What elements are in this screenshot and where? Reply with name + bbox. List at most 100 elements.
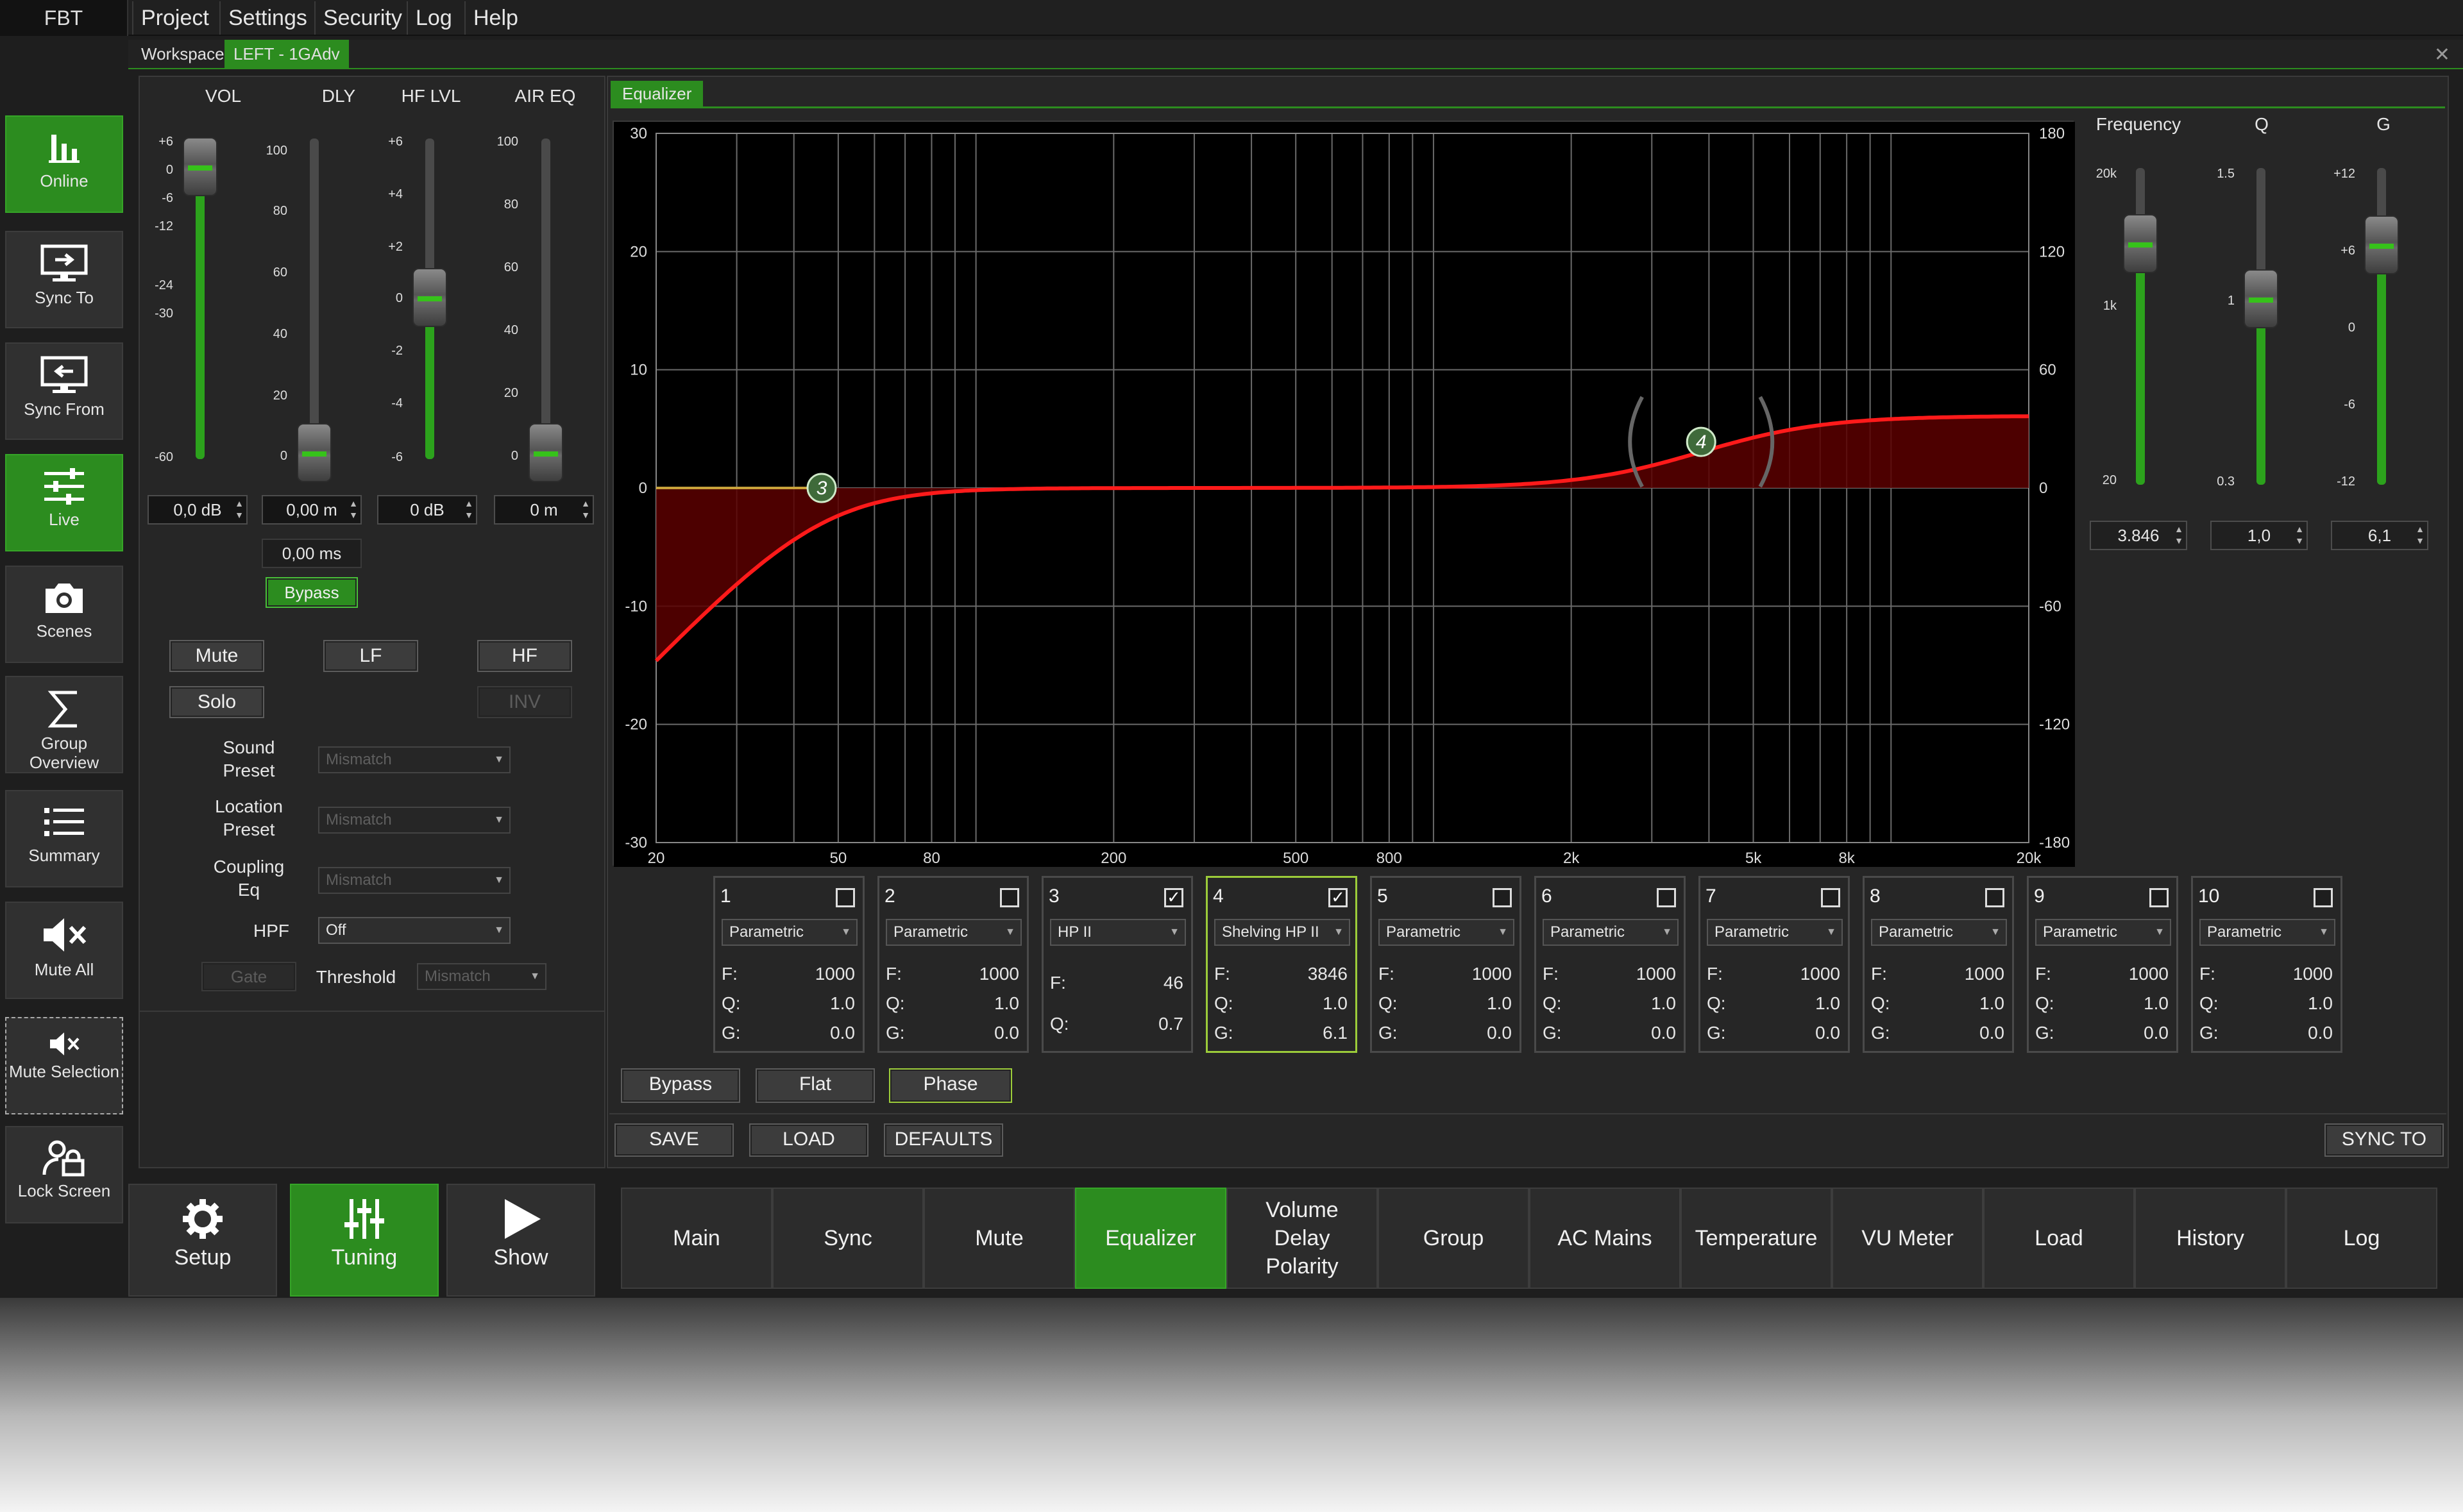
g-value-field[interactable]: 6,1 ▲ ▼ <box>2331 521 2428 550</box>
tab-group[interactable]: Group <box>1378 1188 1529 1289</box>
coupling-eq-select[interactable]: Mismatch ▼ <box>318 867 511 894</box>
load-button[interactable]: LOAD <box>749 1123 868 1157</box>
nav-sync-to-button[interactable]: Sync To <box>5 231 123 328</box>
tab-vu-meter[interactable]: VU Meter <box>1832 1188 1983 1289</box>
solo-button[interactable]: Solo <box>169 686 264 718</box>
band-enable-checkbox[interactable]: ✓ <box>1164 888 1183 907</box>
band-g-value[interactable]: 0.0 <box>1815 1023 1840 1043</box>
hf-value-field[interactable]: 0 dB ▲ ▼ <box>377 495 477 525</box>
band-f-value[interactable]: 3846 <box>1308 964 1348 984</box>
tab-load[interactable]: Load <box>1983 1188 2135 1289</box>
tab-mute[interactable]: Mute <box>924 1188 1075 1289</box>
band-g-value[interactable]: 0.0 <box>1979 1023 2004 1043</box>
sound-preset-select[interactable]: Mismatch ▼ <box>318 746 511 773</box>
spin-arrows-icon[interactable]: ▲ ▼ <box>464 498 473 521</box>
air-fader-track[interactable] <box>541 139 550 459</box>
nav-group-overview-button[interactable]: Group Overview <box>5 676 123 773</box>
g-slider-knob[interactable] <box>2364 215 2399 274</box>
band-enable-checkbox[interactable] <box>1000 888 1019 907</box>
band-type-select[interactable]: Parametric ▼ <box>886 919 1022 946</box>
band-type-select[interactable]: Parametric ▼ <box>1871 919 2007 946</box>
eq-band-card-2[interactable]: 2 Parametric ▼ F: 1000 Q: 1.0 G: 0.0 <box>877 876 1029 1053</box>
band-q-value[interactable]: 1.0 <box>2144 993 2169 1014</box>
eq-bypass-button[interactable]: Bypass <box>621 1068 740 1103</box>
q-slider-knob[interactable] <box>2244 269 2278 328</box>
band-f-value[interactable]: 1000 <box>2293 964 2333 984</box>
eq-band-card-3[interactable]: 3 ✓ HP II ▼ F: 46 Q: 0.7 <box>1042 876 1193 1053</box>
tab-volume-delay-polarity[interactable]: Volume Delay Polarity <box>1226 1188 1378 1289</box>
band-q-value[interactable]: 0.7 <box>1158 1014 1183 1034</box>
defaults-button[interactable]: DEFAULTS <box>884 1123 1003 1157</box>
setup-mode-button[interactable]: Setup <box>128 1184 277 1297</box>
band-type-select[interactable]: Parametric ▼ <box>722 919 858 946</box>
band-type-select[interactable]: Shelving HP II ▼ <box>1214 919 1350 946</box>
location-preset-select[interactable]: Mismatch ▼ <box>318 807 511 834</box>
menu-security[interactable]: Security <box>314 1 410 35</box>
eq-graph-svg[interactable]: 30 20 10 0 -10 -20 -30 180 120 60 0 -60 -120 -180 20 50… <box>614 122 2075 867</box>
frequency-value-field[interactable]: 3.846 ▲ ▼ <box>2090 521 2187 550</box>
band-enable-checkbox[interactable] <box>1657 888 1676 907</box>
spin-arrows-icon[interactable]: ▲ ▼ <box>2295 523 2304 546</box>
close-icon[interactable]: ✕ <box>2434 44 2450 66</box>
band-type-select[interactable]: HP II ▼ <box>1050 919 1186 946</box>
nav-scenes-button[interactable]: Scenes <box>5 566 123 663</box>
eq-band-card-1[interactable]: 1 Parametric ▼ F: 1000 Q: 1.0 G: 0.0 <box>713 876 865 1053</box>
gate-button[interactable]: Gate <box>201 962 296 991</box>
hf-fader-knob[interactable] <box>412 268 447 327</box>
band-f-value[interactable]: 1000 <box>1636 964 1676 984</box>
band-type-select[interactable]: Parametric ▼ <box>2035 919 2171 946</box>
dly-fader-track[interactable] <box>310 139 319 459</box>
band-q-value[interactable]: 1.0 <box>1815 993 1840 1014</box>
nav-online-button[interactable]: Online <box>5 115 123 213</box>
band-enable-checkbox[interactable] <box>836 888 855 907</box>
band-q-value[interactable]: 1.0 <box>2308 993 2333 1014</box>
band-enable-checkbox[interactable] <box>2314 888 2333 907</box>
hpf-select[interactable]: Off ▼ <box>318 917 511 944</box>
eq-band-card-8[interactable]: 8 Parametric ▼ F: 1000 Q: 1.0 G: 0.0 <box>1863 876 2014 1053</box>
vol-value-field[interactable]: 0,0 dB ▲ ▼ <box>148 495 248 525</box>
air-value-field[interactable]: 0 m ▲ ▼ <box>494 495 594 525</box>
band-g-value[interactable]: 0.0 <box>2144 1023 2169 1043</box>
spin-arrows-icon[interactable]: ▲ ▼ <box>2416 523 2425 546</box>
tab-equalizer[interactable]: Equalizer <box>1075 1188 1226 1289</box>
band-enable-checkbox[interactable] <box>1821 888 1840 907</box>
tab-device-left[interactable]: LEFT - 1GAdv <box>224 40 349 68</box>
eq-band-card-4[interactable]: 4 ✓ Shelving HP II ▼ F: 3846 Q: 1.0 G: 6.1 <box>1206 876 1357 1053</box>
band-g-value[interactable]: 0.0 <box>994 1023 1019 1043</box>
vol-fader-knob[interactable] <box>183 137 217 196</box>
menu-log[interactable]: Log <box>407 1 460 35</box>
band-q-value[interactable]: 1.0 <box>994 993 1019 1014</box>
band-enable-checkbox[interactable] <box>2149 888 2169 907</box>
band-q-value[interactable]: 1.0 <box>1979 993 2004 1014</box>
menu-help[interactable]: Help <box>464 1 526 35</box>
mute-button[interactable]: Mute <box>169 640 264 672</box>
tuning-mode-button[interactable]: Tuning <box>290 1184 439 1297</box>
band-g-value[interactable]: 0.0 <box>2308 1023 2333 1043</box>
tab-log[interactable]: Log <box>2286 1188 2437 1289</box>
nav-live-button[interactable]: Live <box>5 454 123 551</box>
band-f-value[interactable]: 1000 <box>979 964 1019 984</box>
tab-sync[interactable]: Sync <box>772 1188 924 1289</box>
air-fader-knob[interactable] <box>529 423 563 482</box>
tab-main[interactable]: Main <box>621 1188 772 1289</box>
eq-phase-button[interactable]: Phase <box>889 1068 1012 1103</box>
lf-button[interactable]: LF <box>323 640 418 672</box>
band-g-value[interactable]: 0.0 <box>1651 1023 1676 1043</box>
band-g-value[interactable]: 6.1 <box>1323 1023 1348 1043</box>
spin-arrows-icon[interactable]: ▲ ▼ <box>2174 523 2183 546</box>
q-value-field[interactable]: 1,0 ▲ ▼ <box>2210 521 2308 550</box>
threshold-select[interactable]: Mismatch ▼ <box>417 963 546 990</box>
band-q-value[interactable]: 1.0 <box>1323 993 1348 1014</box>
band-type-select[interactable]: Parametric ▼ <box>2199 919 2335 946</box>
band-type-select[interactable]: Parametric ▼ <box>1543 919 1679 946</box>
band-f-value[interactable]: 1000 <box>2129 964 2169 984</box>
tab-temperature[interactable]: Temperature <box>1680 1188 1832 1289</box>
dly-value-field[interactable]: 0,00 m ▲ ▼ <box>262 495 362 525</box>
tab-history[interactable]: History <box>2135 1188 2286 1289</box>
band-f-value[interactable]: 1000 <box>1472 964 1512 984</box>
tab-workspace[interactable]: Workspace <box>132 40 233 68</box>
eq-response-graph[interactable]: 30 20 10 0 -10 -20 -30 180 120 60 0 -60 -120 -180 20 50… <box>613 121 2075 867</box>
band-enable-checkbox[interactable] <box>1493 888 1512 907</box>
band-f-value[interactable]: 46 <box>1164 973 1183 993</box>
band-type-select[interactable]: Parametric ▼ <box>1378 919 1514 946</box>
